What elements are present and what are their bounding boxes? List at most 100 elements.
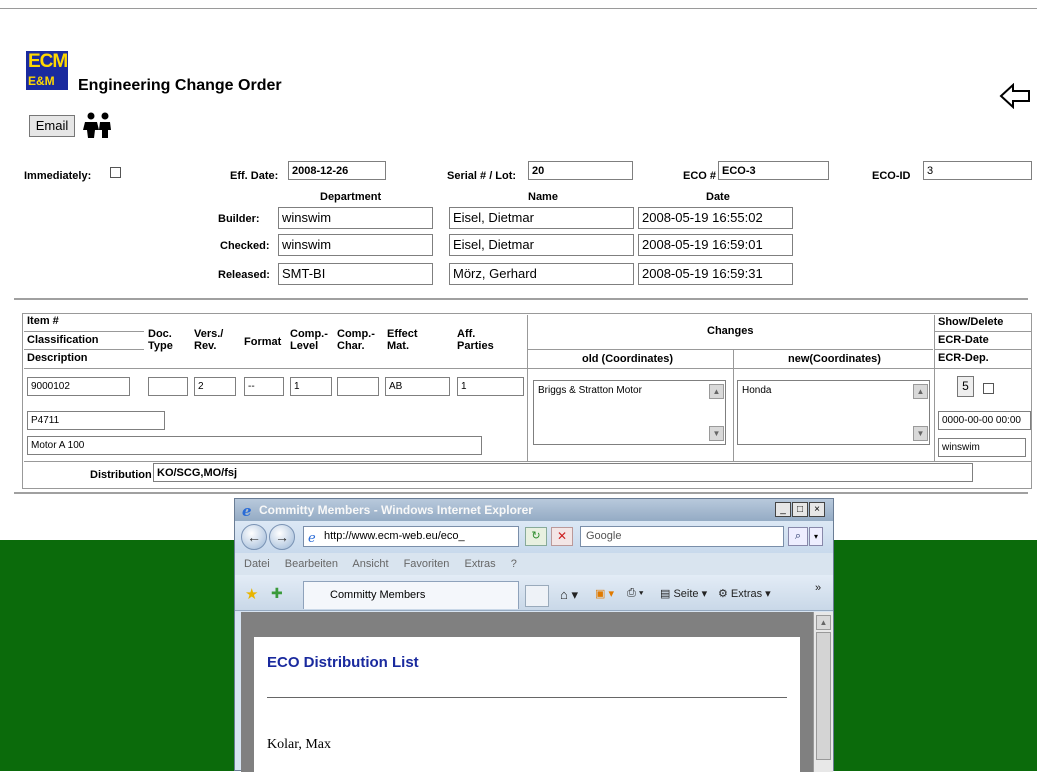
comp-char-field[interactable]	[337, 377, 379, 396]
address-bar[interactable]: http://www.ecm-web.eu/eco_	[303, 526, 519, 547]
page-menu[interactable]: ▤ Seite ▾	[660, 587, 707, 600]
search-options-icon[interactable]: ▾	[809, 527, 823, 546]
eco-number-field[interactable]: ECO-3	[718, 161, 829, 180]
checked-department-field[interactable]: winswim	[278, 234, 433, 256]
stop-icon[interactable]: ✕	[551, 527, 573, 546]
feeds-icon[interactable]: ▣ ▾	[595, 587, 614, 600]
checked-date-field[interactable]: 2008-05-19 16:59:01	[638, 234, 793, 256]
new-coordinates-header: new(Coordinates)	[788, 353, 881, 365]
top-divider	[0, 8, 1037, 9]
date-header: Date	[706, 191, 730, 203]
back-icon[interactable]: ←	[241, 524, 267, 550]
section-divider	[14, 492, 1028, 494]
new-coordinates-textarea[interactable]: Honda ▲ ▼	[737, 380, 930, 445]
new-tab-button[interactable]	[525, 585, 549, 607]
scrollbar-thumb[interactable]	[816, 632, 831, 760]
checked-name-field[interactable]: Eisel, Dietmar	[449, 234, 634, 256]
email-button[interactable]: Email	[29, 115, 75, 137]
browser-window: Committy Members - Windows Internet Expl…	[234, 498, 834, 777]
scroll-up-icon[interactable]: ▲	[816, 615, 831, 630]
committee-people-icon[interactable]	[82, 111, 114, 139]
column-rule	[527, 315, 528, 461]
immediately-checkbox[interactable]	[110, 167, 121, 178]
home-icon[interactable]: ⌂ ▾	[560, 587, 578, 603]
classification-header: Classification	[27, 334, 99, 346]
aff-parties-field[interactable]: 1	[457, 377, 524, 396]
released-department-field[interactable]: SMT-BI	[278, 263, 433, 285]
item-number-field[interactable]: 9000102	[27, 377, 130, 396]
header-rule	[24, 331, 144, 332]
old-coordinates-textarea[interactable]: Briggs & Stratton Motor ▲ ▼	[533, 380, 726, 445]
serial-field[interactable]: 20	[528, 161, 633, 180]
tools-menu[interactable]: ⚙ Extras ▾	[718, 587, 771, 600]
distribution-label: Distribution	[90, 469, 152, 481]
member-name: Kolar, Max	[267, 737, 331, 752]
format-field[interactable]: --	[244, 377, 284, 396]
name-header: Name	[528, 191, 558, 203]
logo-top-text: ECM	[26, 51, 68, 73]
page-viewport: ECO Distribution List Kolar, Max	[241, 612, 813, 777]
serial-label: Serial # / Lot:	[447, 170, 517, 182]
search-field[interactable]: Google	[580, 526, 784, 547]
builder-department-field[interactable]: winswim	[278, 207, 433, 229]
eff-date-label: Eff. Date:	[230, 170, 279, 182]
format-header: Format	[244, 336, 282, 348]
more-chevron-icon[interactable]: »	[815, 582, 821, 594]
comp-level-field[interactable]: 1	[290, 377, 332, 396]
show-button[interactable]: 5	[957, 376, 974, 397]
eco-number-label: ECO #	[683, 170, 717, 182]
favorites-star-icon[interactable]: ★	[245, 585, 258, 603]
distribution-field[interactable]: KO/SCG,MO/fsj	[153, 463, 973, 482]
immediately-label: Immediately:	[24, 170, 92, 182]
print-icon[interactable]: ⎙ ▾	[627, 587, 643, 600]
browser-title: Committy Members - Windows Internet Expl…	[259, 503, 533, 517]
effect-mat-field[interactable]: AB	[385, 377, 450, 396]
new-coordinates-text: Honda	[742, 385, 772, 396]
ecr-dep-header: ECR-Dep.	[938, 352, 989, 364]
eff-date-field[interactable]: 2008-12-26	[288, 161, 386, 180]
page-content: ECO Distribution List Kolar, Max	[254, 637, 800, 777]
builder-date-field[interactable]: 2008-05-19 16:55:02	[638, 207, 793, 229]
menu-ansicht[interactable]: Ansicht	[352, 558, 388, 570]
menu-bearbeiten[interactable]: Bearbeiten	[285, 558, 338, 570]
released-name-field[interactable]: Mörz, Gerhard	[449, 263, 634, 285]
scroll-down-icon[interactable]: ▼	[709, 426, 724, 441]
menu-help[interactable]: ?	[511, 558, 517, 570]
description-field[interactable]: Motor A 100	[27, 436, 482, 455]
classification-field[interactable]: P4711	[27, 411, 165, 430]
add-favorite-icon[interactable]: ✚	[271, 585, 283, 602]
back-arrow-icon[interactable]	[999, 83, 1031, 109]
ecoid-field[interactable]: 3	[923, 161, 1032, 180]
logo-bottom-text: E&M	[26, 73, 68, 90]
search-icon[interactable]: ⌕	[788, 527, 808, 546]
forward-icon[interactable]: →	[269, 524, 295, 550]
close-button[interactable]: ×	[809, 502, 825, 517]
tab-committy-members[interactable]: Committy Members	[303, 581, 519, 609]
page-title: Engineering Change Order	[78, 77, 282, 94]
maximize-button[interactable]: □	[792, 502, 808, 517]
scroll-up-icon[interactable]: ▲	[913, 384, 928, 399]
scroll-up-icon[interactable]: ▲	[709, 384, 724, 399]
builder-name-field[interactable]: Eisel, Dietmar	[449, 207, 634, 229]
menu-datei[interactable]: Datei	[244, 558, 270, 570]
released-date-field[interactable]: 2008-05-19 16:59:31	[638, 263, 793, 285]
menu-extras[interactable]: Extras	[464, 558, 495, 570]
vertical-scrollbar[interactable]: ▲	[813, 612, 833, 772]
header-rule	[24, 349, 144, 350]
menu-bar: Datei Bearbeiten Ansicht Favoriten Extra…	[235, 553, 833, 575]
doc-type-field[interactable]	[148, 377, 188, 396]
ecr-date-field[interactable]: 0000-00-00 00:00	[938, 411, 1031, 430]
scroll-down-icon[interactable]: ▼	[913, 426, 928, 441]
aff-parties-header: Aff. Parties	[457, 328, 494, 352]
page-menu-label: Seite	[673, 588, 699, 600]
ecr-dep-field[interactable]: winswim	[938, 438, 1026, 457]
old-coordinates-text: Briggs & Stratton Motor	[538, 385, 642, 396]
delete-checkbox[interactable]	[983, 383, 994, 394]
refresh-icon[interactable]: ↻	[525, 527, 547, 546]
distribution-list-heading: ECO Distribution List	[267, 654, 419, 671]
section-divider	[14, 298, 1028, 300]
minimize-button[interactable]: _	[775, 502, 791, 517]
menu-favoriten[interactable]: Favoriten	[404, 558, 450, 570]
browser-title-bar: Committy Members - Windows Internet Expl…	[235, 499, 833, 521]
version-field[interactable]: 2	[194, 377, 236, 396]
